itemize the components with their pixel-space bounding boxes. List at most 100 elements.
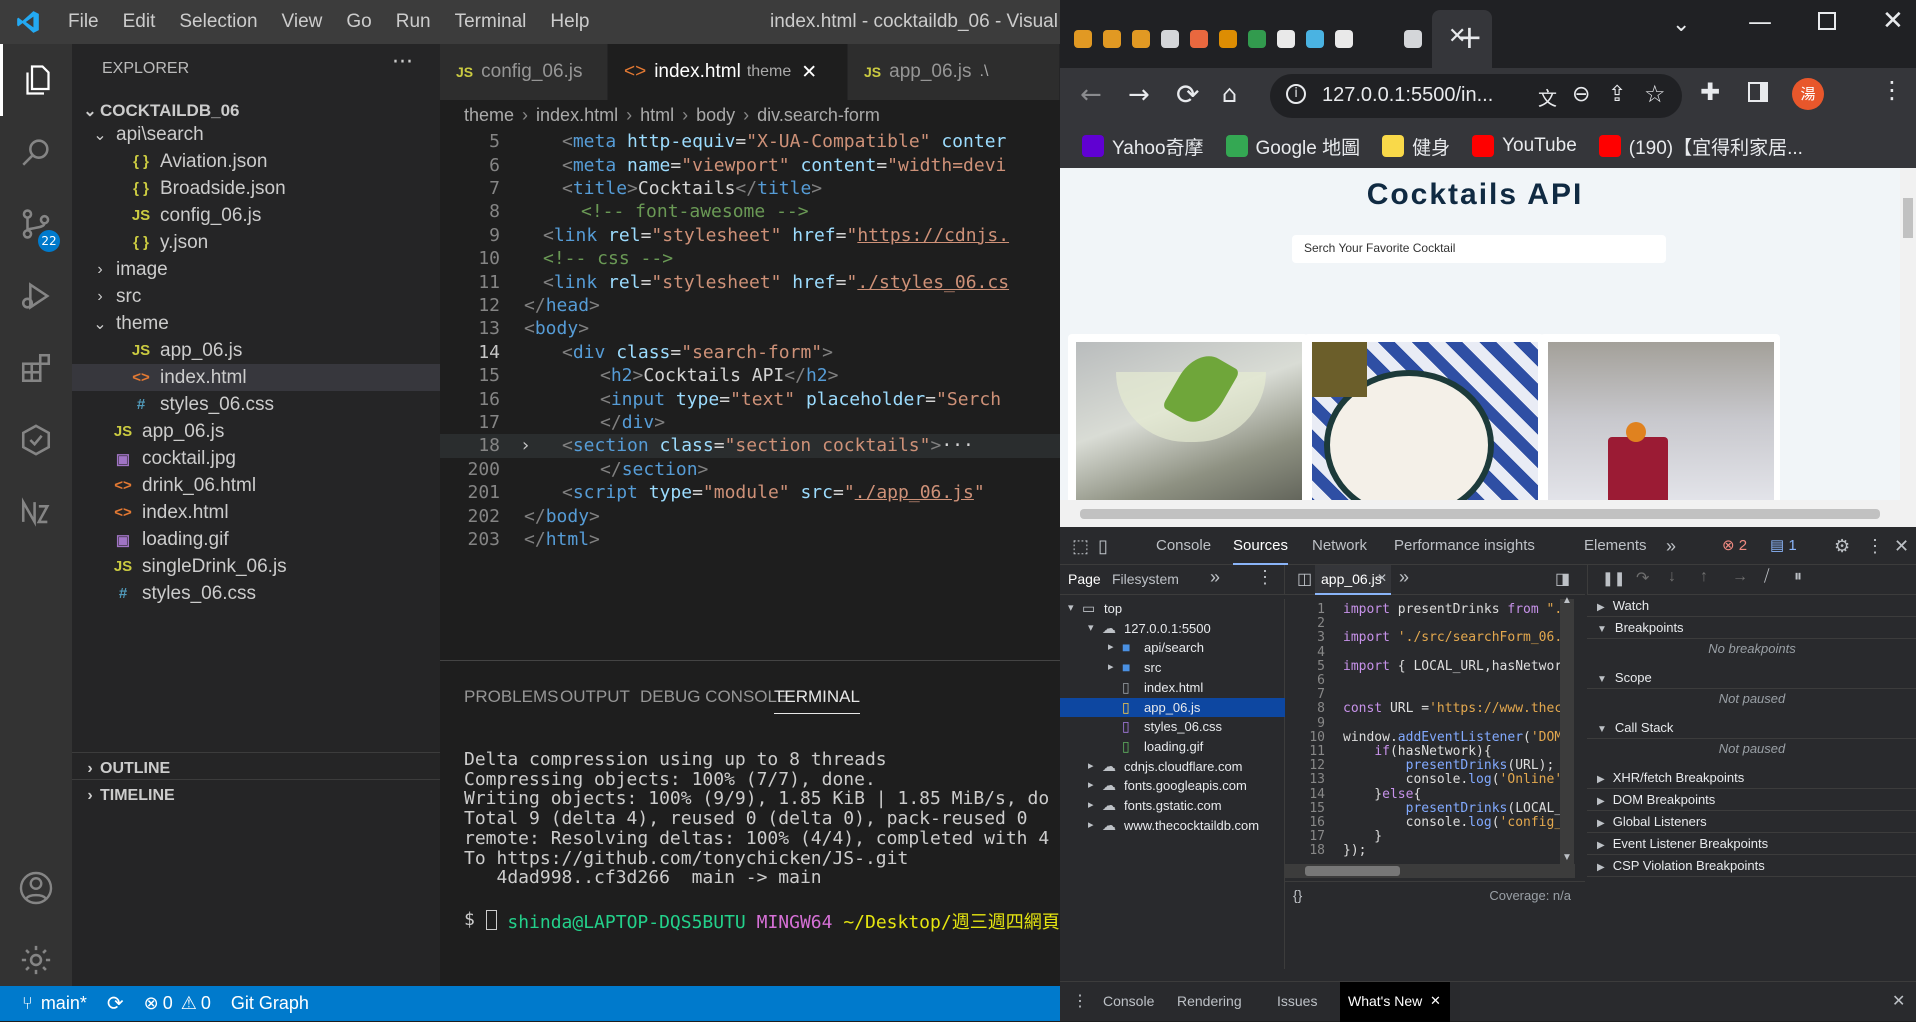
debugger-section-watch[interactable]: ▶ Watch xyxy=(1587,595,1916,617)
code-line[interactable]: 17 </div> xyxy=(440,411,1060,434)
explorer-item[interactable]: { } Aviation.json xyxy=(72,148,440,175)
tab-favicon-icon[interactable] xyxy=(1219,30,1237,48)
branch-name[interactable]: main* xyxy=(41,993,87,1014)
share-icon[interactable]: ⇪ xyxy=(1608,82,1626,107)
more-actions-icon[interactable]: ··· xyxy=(392,50,413,75)
source-line-number[interactable]: 13 xyxy=(1285,772,1325,787)
explorer-item[interactable]: ⌄ theme xyxy=(72,310,440,337)
source-vertical-scrollbar[interactable]: ▲ ▼ xyxy=(1560,595,1574,864)
breadcrumb-item[interactable]: html xyxy=(640,105,674,126)
menu-go[interactable]: Go xyxy=(334,11,383,33)
error-badge[interactable]: ⊗ 2 xyxy=(1722,527,1747,565)
explorer-item[interactable]: { } y.json xyxy=(72,229,440,256)
explorer-item[interactable]: ▣ cocktail.jpg xyxy=(72,445,440,472)
menu-edit[interactable]: Edit xyxy=(111,11,168,33)
source-horizontal-scrollbar[interactable] xyxy=(1285,864,1575,878)
tab-favicon-icon[interactable] xyxy=(1335,30,1353,48)
source-line-number[interactable]: 12 xyxy=(1285,758,1325,773)
code-line[interactable]: 12 </head> xyxy=(440,294,1060,317)
zoom-icon[interactable]: ⊖ xyxy=(1572,82,1590,107)
extensions-icon[interactable] xyxy=(0,332,72,404)
tab-search-icon[interactable]: ⌄ xyxy=(1672,12,1690,37)
close-tab-icon[interactable]: ✕ xyxy=(801,61,817,84)
run-debug-icon[interactable] xyxy=(0,260,72,332)
source-line-number[interactable]: 10 xyxy=(1285,730,1325,745)
site-info-icon[interactable]: i xyxy=(1286,84,1306,104)
source-line-number[interactable]: 6 xyxy=(1285,673,1325,688)
account-icon[interactable] xyxy=(0,852,72,924)
bookmark-item[interactable]: 健身 xyxy=(1382,133,1450,160)
code-line[interactable]: 9 <link rel="stylesheet" href="https://cd… xyxy=(440,224,1060,247)
tab-favicon-icon[interactable] xyxy=(1074,30,1092,48)
tab-favicon-icon[interactable] xyxy=(1277,30,1295,48)
breadcrumb-item[interactable]: theme xyxy=(464,105,514,126)
source-control-icon[interactable]: 22 xyxy=(0,188,72,260)
code-line[interactable]: 14 <div class="search-form"> xyxy=(440,341,1060,364)
tab-elements[interactable]: Elements xyxy=(1584,527,1647,565)
explorer-item[interactable]: <> index.html xyxy=(72,499,440,526)
forward-icon[interactable]: → xyxy=(1128,80,1150,110)
testing-icon[interactable] xyxy=(0,404,72,476)
bookmark-item[interactable]: Google 地圖 xyxy=(1225,133,1360,160)
settings-gear-icon[interactable]: ⚙ xyxy=(1834,527,1850,565)
translate-icon[interactable]: 文 xyxy=(1538,84,1557,111)
chrome-menu-icon[interactable]: ⋮ xyxy=(1880,76,1904,104)
source-code[interactable]: 1 import presentDrinks from ". 23 import '.… xyxy=(1060,527,1560,867)
step-over-icon[interactable]: ↷ xyxy=(1636,568,1649,588)
explorer-item[interactable]: ▣ loading.gif xyxy=(72,526,440,553)
deactivate-breakpoints-icon[interactable]: ⧸ xyxy=(1764,568,1769,586)
bookmark-item[interactable]: YouTube xyxy=(1472,135,1577,157)
debugger-section-event-listener-breakpoints[interactable]: ▶ Event Listener Breakpoints xyxy=(1587,833,1916,855)
close-window-icon[interactable]: ✕ xyxy=(1882,6,1904,36)
bookmark-star-icon[interactable]: ☆ xyxy=(1644,80,1666,108)
source-line-number[interactable]: 7 xyxy=(1285,687,1325,702)
pause-icon[interactable]: ❚❚ xyxy=(1602,570,1625,587)
debugger-section-csp-violation-breakpoints[interactable]: ▶ CSP Violation Breakpoints xyxy=(1587,855,1916,877)
cocktail-search-input[interactable]: Serch Your Favorite Cocktail xyxy=(1292,235,1666,263)
tab-index-html[interactable]: <> index.html theme ✕ xyxy=(608,44,848,100)
tab-debug-console[interactable]: DEBUG CONSOLE xyxy=(640,687,788,707)
breadcrumb-item[interactable]: div.search-form xyxy=(757,105,880,126)
menu-view[interactable]: View xyxy=(270,11,335,33)
breadcrumb-item[interactable]: body xyxy=(696,105,735,126)
drawer-tab-whats-new[interactable]: What's New ✕ xyxy=(1340,982,1450,1022)
info-badge[interactable]: ▤ 1 xyxy=(1770,527,1797,565)
address-bar[interactable]: i 127.0.0.1:5500/in... 文 ⊖ ⇪ ☆ xyxy=(1270,74,1682,118)
timeline-section[interactable]: › TIMELINE xyxy=(72,779,440,812)
terminal-input-line[interactable]: $ xyxy=(464,909,497,930)
tab-favicon-icon[interactable] xyxy=(1306,30,1324,48)
explorer-item[interactable]: JS app_06.js xyxy=(72,337,440,364)
cocktail-card[interactable] xyxy=(1540,334,1780,500)
explorer-item[interactable]: JS singleDrink_06.js xyxy=(72,553,440,580)
bookmark-item[interactable]: (190)【宜得利家居... xyxy=(1598,133,1803,160)
source-line-number[interactable]: 4 xyxy=(1285,645,1325,660)
tab-config[interactable]: JS config_06.js xyxy=(440,44,608,100)
explorer-item[interactable]: › src xyxy=(72,283,440,310)
sync-icon[interactable]: ⟳ xyxy=(107,991,124,1016)
tab-app[interactable]: JS app_06.js .\ xyxy=(848,44,1060,100)
explorer-item[interactable]: › image xyxy=(72,256,440,283)
code-line[interactable]: 203 </html> xyxy=(440,528,1060,551)
source-line-number[interactable]: 9 xyxy=(1285,716,1325,731)
code-line[interactable]: 11 <link rel="stylesheet" href="./styles_… xyxy=(440,270,1060,293)
menu-file[interactable]: File xyxy=(56,11,111,33)
explorer-icon[interactable] xyxy=(0,44,72,116)
code-line[interactable]: 201 <script type="module" src="./app_06.j… xyxy=(440,481,1060,504)
minimize-icon[interactable]: — xyxy=(1748,8,1772,36)
source-line-number[interactable]: 18 xyxy=(1285,843,1325,858)
code-line[interactable]: 18 › <section class="section cocktails">··… xyxy=(440,434,1060,458)
source-line-number[interactable]: 2 xyxy=(1285,616,1325,631)
profile-avatar[interactable]: 湯 xyxy=(1792,78,1824,110)
tab-favicon-icon[interactable] xyxy=(1132,30,1150,48)
explorer-item[interactable]: { } Broadside.json xyxy=(72,175,440,202)
source-line-number[interactable]: 3 xyxy=(1285,630,1325,645)
extensions-puzzle-icon[interactable]: ✚ xyxy=(1700,78,1720,106)
terminal-prompt[interactable]: shinda@LAPTOP-DQS5BUTU MINGW64 ~/Desktop… xyxy=(464,887,1077,955)
code-line[interactable]: 200 </section> xyxy=(440,458,1060,481)
maximize-icon[interactable] xyxy=(1818,12,1836,30)
explorer-item[interactable]: <> drink_06.html xyxy=(72,472,440,499)
debugger-section-global-listeners[interactable]: ▶ Global Listeners xyxy=(1587,811,1916,833)
drawer-tab-rendering[interactable]: Rendering xyxy=(1177,993,1242,1009)
step-into-icon[interactable]: ↓ xyxy=(1668,568,1676,586)
source-line-number[interactable]: 15 xyxy=(1285,801,1325,816)
